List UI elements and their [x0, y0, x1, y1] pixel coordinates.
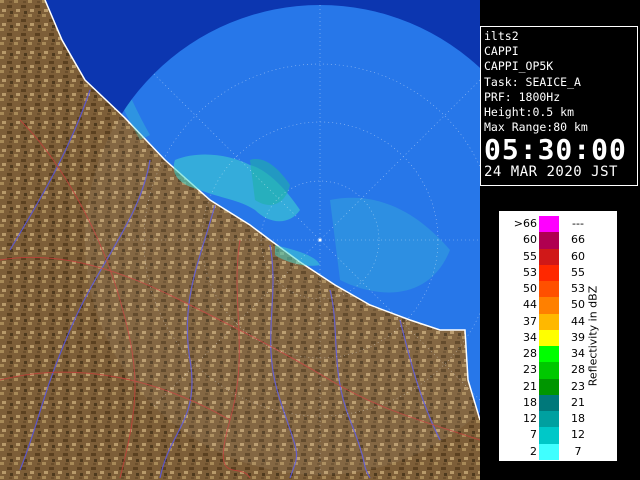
radar-site-marker: [318, 238, 322, 242]
legend-row: 27: [499, 443, 617, 460]
legend-low-value: 53: [523, 265, 537, 279]
info-panel: ilts2 CAPPI CAPPI_OP5K Task: SEAICE_A PR…: [480, 26, 638, 186]
legend-low-value: 18: [523, 395, 537, 409]
legend-row: 18 21: [499, 394, 617, 411]
legend-low-value: 12: [523, 412, 537, 425]
legend-swatch: [539, 378, 559, 395]
legend-swatch: [539, 443, 559, 460]
prf-label: PRF: 1800Hz: [484, 89, 561, 104]
legend-high-value: 66: [571, 233, 585, 247]
height-label: Height:0.5 km: [484, 105, 575, 120]
legend-high-value: 21: [571, 395, 585, 409]
legend-low-value: 55: [523, 249, 537, 263]
legend-swatch: [539, 329, 559, 346]
time-display: 05:30:00: [484, 133, 627, 167]
legend-low-value: 60: [523, 233, 537, 247]
radar-map[interactable]: [0, 0, 480, 480]
product-name: CAPPI_OP5K: [484, 59, 554, 74]
legend-swatch: [539, 281, 559, 298]
legend-low-value: 7: [530, 428, 537, 442]
legend-row: 12 18: [499, 411, 617, 428]
product-type: CAPPI: [484, 44, 519, 59]
legend-unit-label: Reflectivity in dBZ: [586, 285, 600, 387]
legend-swatch: [539, 427, 559, 444]
legend-high-value: 12: [571, 428, 585, 442]
legend-high-value: 55: [571, 265, 585, 279]
legend-low-value: 23: [523, 363, 537, 377]
legend-row: 7 12: [499, 427, 617, 444]
legend-swatch: [539, 297, 559, 314]
legend-swatch: [539, 216, 559, 233]
legend-row: >66 ---: [499, 216, 617, 233]
legend-low-value: 44: [523, 298, 537, 312]
legend-swatch: [539, 248, 559, 265]
legend-swatch: [539, 411, 559, 428]
legend-swatch: [539, 232, 559, 249]
legend-low-value: >66: [513, 217, 537, 230]
legend-high-value: ---: [572, 217, 584, 230]
legend-swatch: [539, 264, 559, 281]
task-label: Task: SEAICE_A: [484, 74, 581, 89]
legend-low-value: 2: [530, 444, 537, 458]
legend-swatch: [539, 346, 559, 363]
legend-low-value: 50: [523, 282, 537, 295]
legend-swatch: [539, 313, 559, 330]
legend-row: 60 66: [499, 232, 617, 249]
color-legend: >66 --- 60 66 55 60 53 55 50 53 44 50 37 44 34 39 28 34 23…: [498, 210, 618, 462]
legend-low-value: 28: [523, 347, 537, 360]
legend-high-value: 7: [574, 444, 582, 458]
site-name: ilts2: [484, 29, 519, 43]
legend-swatch: [539, 394, 559, 411]
legend-low-value: 21: [523, 379, 537, 393]
legend-row: 55 60: [499, 248, 617, 265]
legend-high-value: 60: [571, 249, 585, 263]
legend-low-value: 34: [523, 330, 537, 344]
legend-high-value: 18: [571, 412, 585, 425]
legend-row: 53 55: [499, 264, 617, 281]
legend-swatch: [539, 362, 559, 379]
date-display: 24 MAR 2020 JST: [484, 164, 618, 181]
legend-low-value: 37: [523, 314, 537, 328]
